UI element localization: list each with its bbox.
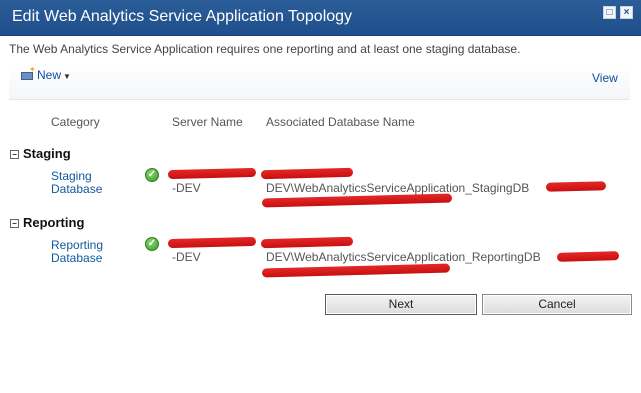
dropdown-arrow-icon: ▼ [63, 72, 71, 81]
dialog-title: Edit Web Analytics Service Application T… [12, 8, 353, 25]
intro-text: The Web Analytics Service Application re… [9, 42, 521, 56]
new-button[interactable]: New▼ [21, 65, 71, 82]
view-menu[interactable]: View [592, 71, 618, 85]
close-icon[interactable]: × [620, 6, 633, 19]
column-header-category: Category [51, 115, 100, 129]
toolbar: New▼ View [9, 62, 630, 100]
database-name: DEV\WebAnalyticsServiceApplication_Stagi… [266, 181, 530, 195]
server-name: -DEV [172, 250, 201, 264]
redaction-mark [545, 181, 607, 192]
new-button-label: New [37, 68, 62, 82]
column-header-database-name: Associated Database Name [266, 115, 415, 129]
group-header-staging[interactable]: − Staging [10, 146, 71, 161]
cancel-button[interactable]: Cancel [482, 294, 632, 315]
redaction-mark [167, 167, 257, 180]
new-item-icon [21, 65, 36, 80]
redaction-mark [260, 167, 354, 180]
maximize-icon[interactable]: □ [603, 6, 616, 19]
database-name: DEV\WebAnalyticsServiceApplication_Repor… [266, 250, 541, 264]
redaction-mark [556, 251, 620, 262]
status-ok-icon: ✓ [145, 168, 159, 182]
status-ok-icon: ✓ [145, 237, 159, 251]
dialog-titlebar: Edit Web Analytics Service Application T… [0, 0, 641, 36]
group-name: Staging [23, 146, 71, 161]
category-link-staging-database[interactable]: Staging Database [51, 170, 102, 196]
category-line: Database [51, 182, 103, 196]
redaction-mark [167, 236, 257, 249]
group-header-reporting[interactable]: − Reporting [10, 215, 84, 230]
redaction-mark [260, 236, 354, 249]
collapse-icon[interactable]: − [10, 150, 19, 159]
next-button[interactable]: Next [325, 294, 477, 315]
redaction-mark [261, 193, 453, 208]
server-name: -DEV [172, 181, 201, 195]
column-header-server-name: Server Name [172, 115, 243, 129]
group-name: Reporting [23, 215, 85, 230]
category-link-reporting-database[interactable]: Reporting Database [51, 239, 103, 265]
redaction-mark [261, 263, 451, 278]
collapse-icon[interactable]: − [10, 219, 19, 228]
category-line: Database [51, 251, 103, 265]
